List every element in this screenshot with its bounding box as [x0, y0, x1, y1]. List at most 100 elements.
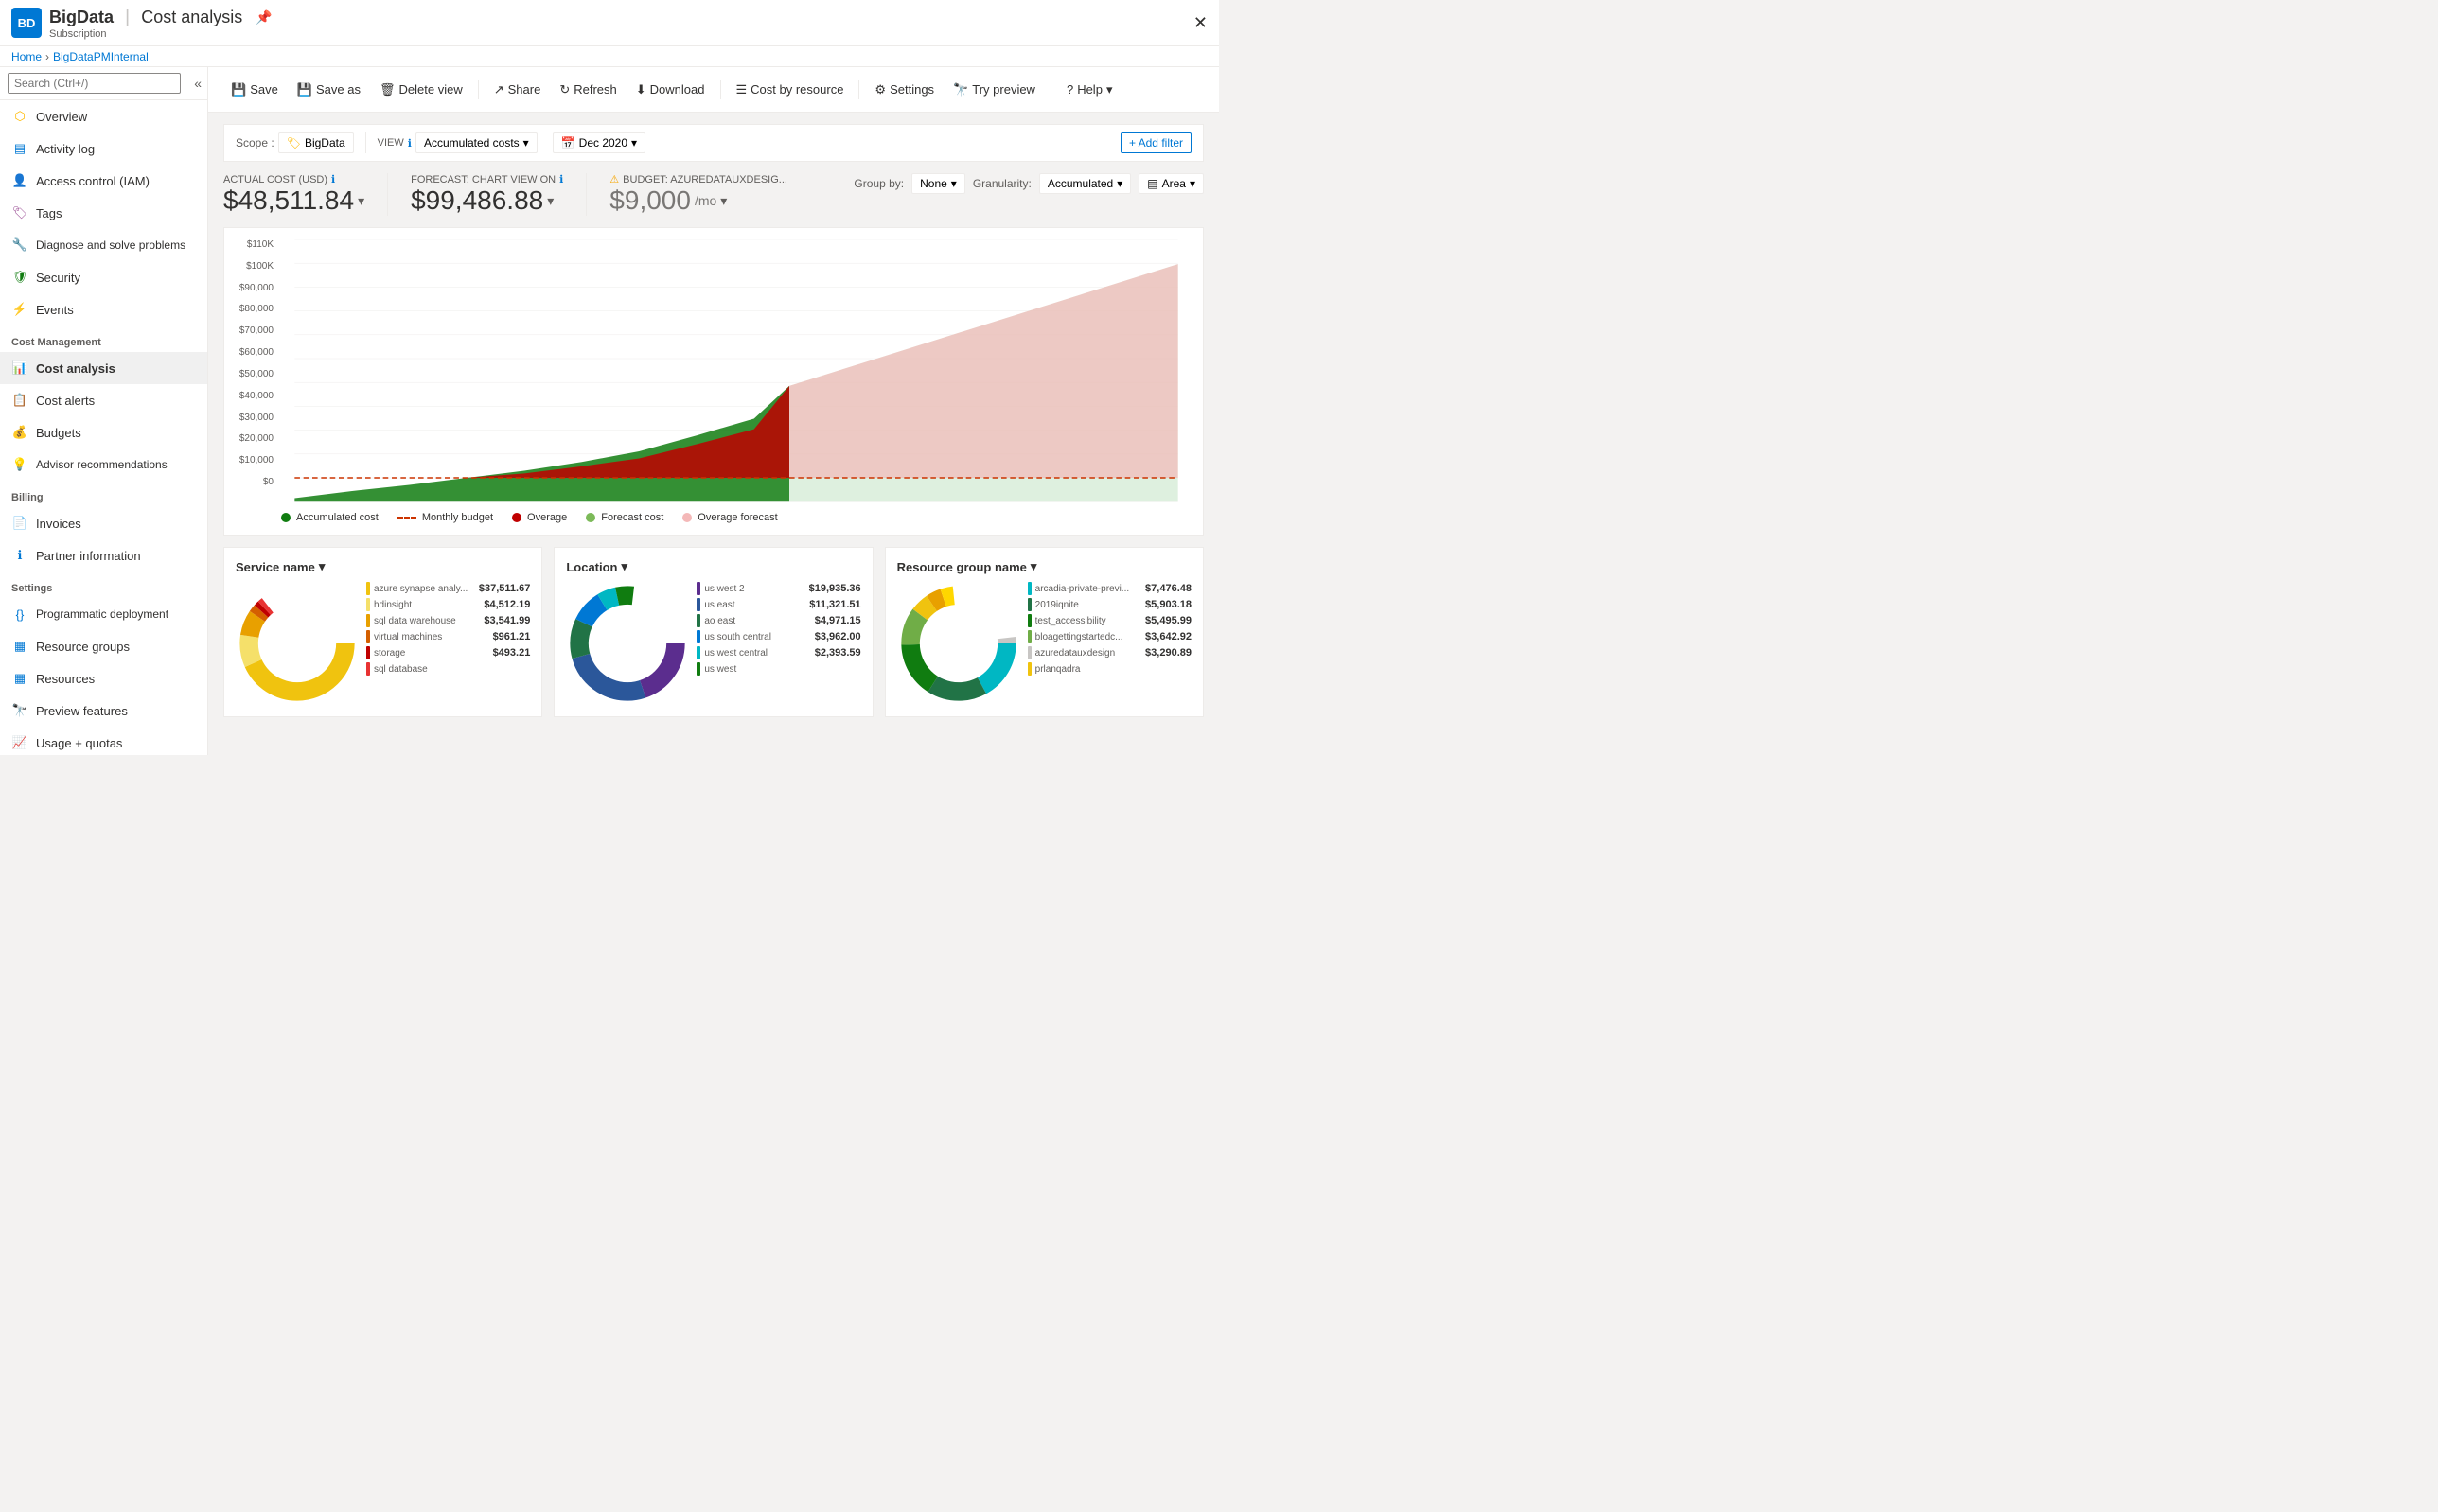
events-icon: ⚡: [11, 301, 28, 318]
service-donut-svg: [236, 582, 359, 705]
add-filter-button[interactable]: + Add filter: [1121, 132, 1192, 153]
actual-cost-chevron-icon[interactable]: ▾: [358, 193, 364, 209]
resource-group-donut: Resource group name ▾: [885, 547, 1204, 717]
filter-bar: Scope : 🏷 BigData VIEW ℹ Accumulated cos…: [223, 124, 1204, 162]
save-as-icon: 💾: [297, 82, 312, 97]
actual-cost-info-icon: ℹ: [331, 173, 335, 185]
sidebar-item-iam[interactable]: 👤 Access control (IAM): [0, 165, 207, 197]
share-icon: ↗: [494, 82, 504, 97]
invoices-icon: 📄: [11, 515, 28, 532]
location-chevron-icon: ▾: [622, 559, 628, 574]
legend-accumulated-cost: Accumulated cost: [281, 512, 379, 523]
service-name-title[interactable]: Service name ▾: [236, 559, 530, 574]
sidebar-item-cost-alerts[interactable]: 📋 Cost alerts: [0, 384, 207, 416]
breadcrumb-subscription[interactable]: BigDataPMInternal: [53, 50, 149, 63]
save-icon: 💾: [231, 82, 246, 97]
sidebar-label-budgets: Budgets: [36, 426, 81, 440]
cost-by-resource-button[interactable]: ☰ Cost by resource: [729, 78, 852, 102]
download-button[interactable]: ⬇ Download: [628, 78, 713, 102]
sidebar-label-diagnose: Diagnose and solve problems: [36, 238, 186, 252]
sidebar-item-events[interactable]: ⚡ Events: [0, 293, 207, 325]
view-dropdown-button[interactable]: Accumulated costs ▾: [415, 132, 538, 153]
pin-icon[interactable]: 📌: [256, 9, 272, 26]
sidebar-item-programmatic[interactable]: {} Programmatic deployment: [0, 598, 207, 630]
granularity-button[interactable]: Accumulated ▾: [1039, 173, 1131, 194]
breadcrumb: Home › BigDataPMInternal: [0, 45, 1219, 66]
sidebar-collapse-btn[interactable]: «: [188, 72, 207, 95]
sidebar-label-cost-alerts: Cost alerts: [36, 394, 95, 408]
sidebar-item-tags[interactable]: 🏷 Tags: [0, 197, 207, 229]
sidebar-label-preview: Preview features: [36, 704, 128, 718]
date-filter-button[interactable]: 📅 Dec 2020 ▾: [553, 132, 645, 153]
diagnose-icon: 🔧: [11, 237, 28, 254]
legend-forecast-cost: Forecast cost: [586, 512, 663, 523]
breadcrumb-home[interactable]: Home: [11, 50, 42, 63]
sidebar-item-preview[interactable]: 🔭 Preview features: [0, 694, 207, 727]
y-label: $30,000: [239, 413, 274, 423]
legend-overage-forecast: Overage forecast: [682, 512, 777, 523]
cost-analysis-icon: 📊: [11, 360, 28, 377]
y-label: $100K: [246, 261, 274, 272]
area-label: Area: [1162, 177, 1186, 190]
try-preview-button[interactable]: 🔭 Try preview: [945, 78, 1043, 102]
y-label: $0: [263, 477, 274, 487]
y-label: $60,000: [239, 347, 274, 358]
location-title[interactable]: Location ▾: [566, 559, 860, 574]
y-label: $40,000: [239, 391, 274, 401]
budget-stat: ⚠ BUDGET: AZUREDATAUXDESIG... $9,000 /mo…: [586, 173, 787, 216]
search-input[interactable]: [8, 73, 181, 94]
scope-value-button[interactable]: 🏷 BigData: [278, 132, 354, 153]
sidebar-item-usage[interactable]: 📈 Usage + quotas: [0, 727, 207, 755]
granularity-label: Granularity:: [973, 177, 1032, 190]
sidebar-item-advisor[interactable]: 💡 Advisor recommendations: [0, 448, 207, 481]
sidebar-label-security: Security: [36, 271, 80, 285]
sidebar-item-invoices[interactable]: 📄 Invoices: [0, 507, 207, 539]
sidebar-item-partner[interactable]: ℹ Partner information: [0, 539, 207, 571]
security-icon: 🛡: [11, 269, 28, 286]
monthly-budget-line: [398, 517, 416, 519]
sidebar-item-resources[interactable]: ▦ Resources: [0, 662, 207, 694]
view-value-text: Accumulated costs: [424, 136, 520, 149]
filter-scope: Scope : 🏷 BigData: [236, 132, 366, 153]
sidebar-item-resource-groups[interactable]: ▦ Resource groups: [0, 630, 207, 662]
sidebar-label-iam: Access control (IAM): [36, 174, 150, 188]
save-as-button[interactable]: 💾 Save as: [290, 78, 368, 102]
sidebar-item-overview[interactable]: ⬡ Overview: [0, 100, 207, 132]
area-chevron-icon: ▾: [1190, 177, 1195, 190]
forecast-chevron-icon[interactable]: ▾: [547, 193, 554, 209]
service-legend: azure synapse analy...$37,511.67 hdinsig…: [366, 582, 530, 678]
share-button[interactable]: ↗ Share: [486, 78, 549, 102]
group-by-value: None: [920, 177, 947, 190]
service-chevron-icon: ▾: [319, 559, 326, 574]
scope-value-text: BigData: [305, 136, 345, 149]
save-button[interactable]: 💾 Save: [223, 78, 286, 102]
preview-icon: 🔭: [11, 702, 28, 719]
refresh-button[interactable]: ↻ Refresh: [552, 78, 624, 102]
accumulated-cost-dot: [281, 513, 291, 522]
sidebar-label-invoices: Invoices: [36, 517, 81, 531]
budget-chevron-icon[interactable]: ▾: [720, 193, 727, 209]
sidebar-item-cost-analysis[interactable]: 📊 Cost analysis: [0, 352, 207, 384]
page-title: Cost analysis: [141, 8, 242, 27]
group-by-button[interactable]: None ▾: [911, 173, 965, 194]
help-button[interactable]: ? Help ▾: [1059, 78, 1121, 102]
overview-icon: ⬡: [11, 108, 28, 125]
y-label: $50,000: [239, 369, 274, 379]
toolbar-separator-2: [720, 80, 721, 99]
sidebar-item-security[interactable]: 🛡 Security: [0, 261, 207, 293]
sidebar-label-partner: Partner information: [36, 549, 141, 563]
resource-group-title[interactable]: Resource group name ▾: [897, 559, 1192, 574]
area-button[interactable]: ▤ Area ▾: [1139, 173, 1204, 194]
delete-view-button[interactable]: 🗑 Delete view: [372, 78, 470, 102]
y-label: $10,000: [239, 455, 274, 466]
settings-button[interactable]: ⚙ Settings: [867, 78, 942, 102]
sidebar-item-diagnose[interactable]: 🔧 Diagnose and solve problems: [0, 229, 207, 261]
sidebar-item-activity-log[interactable]: ▤ Activity log: [0, 132, 207, 165]
resource-group-donut-svg: [897, 582, 1020, 705]
sidebar-label-resources: Resources: [36, 672, 95, 686]
sidebar-item-budgets[interactable]: 💰 Budgets: [0, 416, 207, 448]
close-button[interactable]: ✕: [1193, 13, 1208, 33]
help-chevron-icon: ▾: [1106, 82, 1113, 97]
donuts-row: Service name ▾: [223, 547, 1204, 717]
forecast-info-icon: ℹ: [559, 173, 563, 185]
